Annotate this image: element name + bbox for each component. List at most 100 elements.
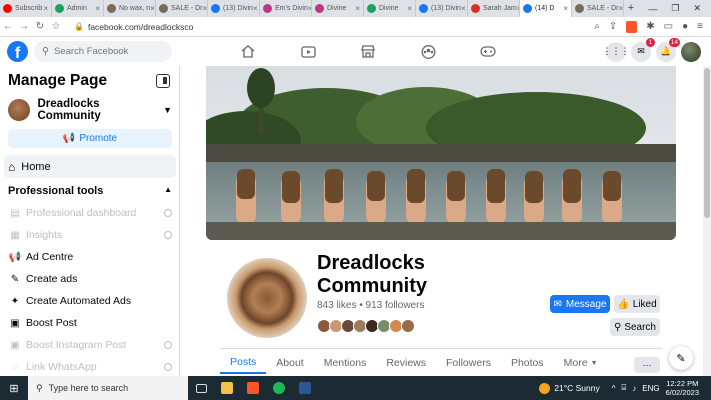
taskbar-search[interactable]: ⚲ Type here to search — [28, 376, 188, 400]
close-tab-icon[interactable]: × — [43, 4, 48, 13]
browser-tab[interactable]: Divine × — [312, 0, 364, 17]
close-tab-icon[interactable]: × — [95, 4, 100, 13]
menu-icon[interactable]: ≡ — [697, 21, 703, 32]
sidebar-item-link-whatsapp[interactable]: ◌ Link WhatsApp — [0, 356, 179, 376]
browser-tab[interactable]: No wax, n × — [104, 0, 156, 17]
sidebar-item-professional-dashboard[interactable]: ▤ Professional dashboard — [0, 202, 179, 224]
close-tab-icon[interactable]: × — [203, 4, 207, 13]
url-field[interactable]: 🔒 facebook.com/dreadlocksco — [74, 22, 594, 32]
message-button[interactable]: ✉ Message — [550, 295, 610, 313]
close-tab-icon[interactable]: × — [563, 4, 568, 13]
browser-tab[interactable]: Admin × — [52, 0, 104, 17]
extensions-icon[interactable]: ✱ — [646, 21, 654, 32]
brave-browser-icon[interactable] — [240, 376, 266, 400]
messenger-icon[interactable]: ✉ 1 — [631, 37, 655, 62]
browser-tab[interactable]: SALE - Dr × — [156, 0, 208, 17]
share-icon[interactable]: ⇪ — [609, 21, 617, 32]
bookmark-icon[interactable]: ☆ — [48, 21, 64, 32]
promote-button[interactable]: 📢 Promote — [8, 129, 172, 148]
browser-tab[interactable]: Sarah Jam× — [468, 0, 520, 17]
sidebar-item-create-automated-ads[interactable]: ✦ Create Automated Ads — [0, 290, 179, 312]
profile-icon[interactable]: ● — [682, 21, 688, 32]
back-icon[interactable]: ← — [0, 21, 16, 32]
maximize-icon[interactable]: ❐ — [671, 3, 679, 14]
sidebar-toggle-icon[interactable]: ▭ — [664, 21, 673, 32]
page-profile-picture[interactable] — [224, 255, 310, 341]
close-tab-icon[interactable]: × — [253, 4, 258, 13]
forward-icon[interactable]: → — [16, 21, 32, 32]
file-explorer-icon[interactable] — [214, 376, 240, 400]
weather-widget[interactable]: 21°C Sunny — [539, 382, 600, 394]
more-options-button[interactable]: ··· — [634, 357, 660, 373]
sidebar-item-home[interactable]: ⌂ Home — [4, 155, 176, 178]
page-scrollbar[interactable] — [703, 66, 711, 376]
browser-tab[interactable]: (13) Divin × — [416, 0, 468, 17]
windows-start-icon[interactable]: ⊞ — [0, 382, 28, 395]
browser-tab[interactable]: Em's Divin× — [260, 0, 312, 17]
lock-icon[interactable]: 🔒 — [74, 22, 84, 31]
tab-mentions[interactable]: Mentions — [314, 352, 377, 374]
search-input[interactable] — [53, 46, 164, 57]
whatsapp-icon: ◌ — [12, 361, 18, 373]
tab-photos[interactable]: Photos — [501, 352, 554, 374]
reload-icon[interactable]: ↻ — [32, 21, 48, 32]
word-icon[interactable] — [292, 376, 318, 400]
account-avatar[interactable] — [681, 41, 701, 62]
page-selector[interactable]: Dreadlocks Community ▼ — [8, 98, 172, 122]
browser-tab[interactable]: Divine × — [364, 0, 416, 17]
spotify-icon[interactable] — [266, 376, 292, 400]
close-tab-icon[interactable]: × — [355, 4, 360, 13]
professional-tools-label: Professional tools — [8, 185, 104, 197]
new-tab-button[interactable]: + — [624, 0, 638, 17]
home-nav-icon[interactable] — [218, 37, 278, 66]
facebook-logo-icon[interactable]: f — [7, 41, 28, 62]
compose-message-icon[interactable]: ✎ — [669, 346, 693, 370]
zoom-icon[interactable]: ⌕ — [594, 21, 600, 32]
tab-reviews[interactable]: Reviews — [376, 352, 436, 374]
close-window-icon[interactable]: ✕ — [693, 3, 701, 14]
volume-icon[interactable]: ♪ — [632, 384, 636, 393]
liked-button[interactable]: 👍 Liked — [614, 295, 660, 313]
tab-title: (13) Divin — [431, 5, 461, 12]
friend-avatar[interactable] — [401, 319, 415, 333]
minimize-icon[interactable]: — — [648, 4, 657, 14]
watch-nav-icon[interactable] — [278, 37, 338, 66]
tab-more[interactable]: More ▼ — [554, 352, 608, 374]
tray-chevron-icon[interactable]: ^ — [612, 384, 616, 393]
browser-tab[interactable]: SALE - Dr × — [572, 0, 624, 17]
browser-tab[interactable]: (13) Divin × — [208, 0, 260, 17]
close-tab-icon[interactable]: × — [407, 4, 412, 13]
tab-title: Em's Divin — [275, 5, 308, 12]
page-stats[interactable]: 843 likes • 913 followers — [317, 300, 424, 311]
marketplace-nav-icon[interactable] — [338, 37, 398, 66]
clock[interactable]: 12:22 PM 6/02/2023 — [666, 379, 711, 397]
tab-posts[interactable]: Posts — [220, 352, 267, 374]
tab-about[interactable]: About — [266, 352, 313, 374]
gaming-nav-icon[interactable] — [458, 37, 518, 66]
cover-photo[interactable] — [206, 66, 676, 240]
groups-nav-icon[interactable] — [398, 37, 458, 66]
task-view-icon[interactable] — [188, 376, 214, 400]
sidebar-item-boost-instagram-post[interactable]: ▣ Boost Instagram Post — [0, 334, 179, 356]
brave-shield-icon[interactable] — [626, 20, 638, 33]
browser-tab-active[interactable]: (14) D × — [520, 0, 572, 17]
professional-tools-header[interactable]: Professional tools ▲ — [8, 185, 172, 197]
collapse-sidebar-icon[interactable] — [156, 74, 170, 88]
close-tab-icon[interactable]: × — [461, 4, 466, 13]
close-tab-icon[interactable]: × — [150, 4, 155, 13]
browser-tab-strip: Subscrib × Admin × No wax, n × SALE - Dr × (… — [0, 0, 711, 17]
menu-grid-icon[interactable]: ⋮⋮⋮ — [603, 41, 630, 62]
sidebar-item-create-ads[interactable]: ✎ Create ads — [0, 268, 179, 290]
sidebar-item-ad-centre[interactable]: 📢 Ad Centre — [0, 246, 179, 268]
scrollbar-thumb[interactable] — [704, 68, 710, 218]
notifications-icon[interactable]: 🔔 14 — [656, 37, 680, 62]
search-box[interactable]: ⚲ — [34, 41, 172, 62]
tab-followers[interactable]: Followers — [436, 352, 501, 374]
close-tab-icon[interactable]: × — [619, 4, 623, 13]
sidebar-item-insights[interactable]: ▦ Insights — [0, 224, 179, 246]
network-icon[interactable]: ⌸ — [621, 383, 626, 393]
language-indicator[interactable]: ENG — [642, 384, 659, 393]
page-search-button[interactable]: ⚲ Search — [610, 318, 660, 336]
sidebar-item-boost-post[interactable]: ▣ Boost Post — [0, 312, 179, 334]
browser-tab[interactable]: Subscrib × — [0, 0, 52, 17]
